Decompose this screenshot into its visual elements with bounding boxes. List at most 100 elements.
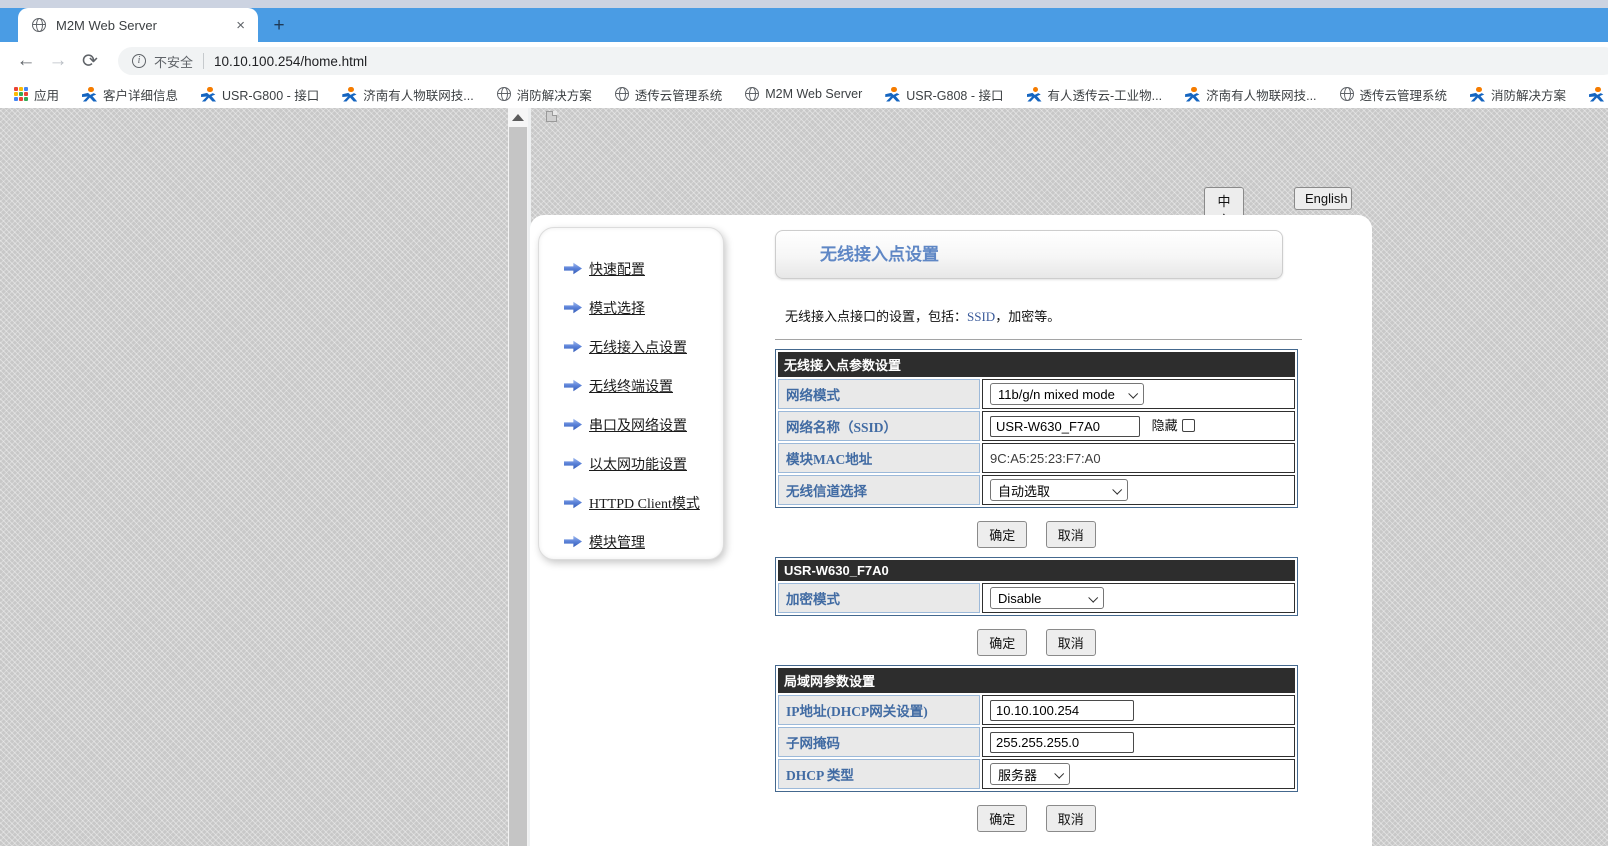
menu-link[interactable]: 串口及网络设置 <box>589 415 687 435</box>
select-value: 11b/g/n mixed mode <box>998 387 1115 402</box>
menu-link[interactable]: 无线终端设置 <box>589 376 673 396</box>
select-value: Disable <box>998 591 1041 606</box>
menu-item-module-admin[interactable]: 模块管理 <box>564 522 723 561</box>
row-label: 子网掩码 <box>778 727 980 757</box>
cancel-button[interactable]: 取消 <box>1046 805 1096 832</box>
address-bar[interactable]: i 不安全 10.10.100.254/home.html <box>118 47 1608 75</box>
ssid-input[interactable] <box>990 416 1140 437</box>
menu-link[interactable]: 快速配置 <box>589 259 645 279</box>
menu-item-mode-select[interactable]: 模式选择 <box>564 288 723 327</box>
arrow-icon <box>564 457 582 470</box>
bookmark-item[interactable]: 济南有人物联网技... <box>1185 85 1316 104</box>
window-top-edge <box>0 0 1608 8</box>
usr-logo-icon <box>1185 87 1200 102</box>
bookmark-item[interactable]: 透传云管理系统 <box>1340 85 1448 104</box>
select-value: 自动选取 <box>998 481 1050 500</box>
ip-address-input[interactable] <box>990 700 1134 721</box>
bookmark-item[interactable]: USR-G808 - 接口 <box>885 85 1003 104</box>
hide-ssid-checkbox[interactable] <box>1182 419 1195 432</box>
menu-link[interactable]: HTTPD Client模式 <box>589 493 700 513</box>
cancel-button[interactable]: 取消 <box>1046 629 1096 656</box>
usr-logo-icon <box>885 87 900 102</box>
page-title: 无线接入点设置 <box>775 230 1283 279</box>
tab-close-icon[interactable]: × <box>233 18 248 33</box>
bookmark-label: 客户详细信息 <box>103 85 178 104</box>
bookmark-item[interactable]: M2M Web Server <box>745 87 862 101</box>
bookmark-item[interactable]: 透传云管理系统 <box>615 85 723 104</box>
page-viewport: 中文 English 快速配置 模式选择 无线接入点设置 无线终端设置 串口及网… <box>0 108 1608 846</box>
menu-item-sta-settings[interactable]: 无线终端设置 <box>564 366 723 405</box>
globe-icon <box>497 87 511 101</box>
menu-item-ethernet[interactable]: 以太网功能设置 <box>564 444 723 483</box>
divider-rule <box>775 339 1302 340</box>
lan-params-table: 局域网参数设置 IP地址(DHCP网关设置) 子网掩码 DHCP 类型 服务器 <box>775 665 1298 792</box>
arrow-icon <box>564 535 582 548</box>
bookmark-item[interactable]: 济南有人物联网技... <box>342 85 473 104</box>
page-description: 无线接入点接口的设置，包括：SSID，加密等。 <box>785 306 1302 325</box>
scrollbar-thumb[interactable] <box>509 127 527 846</box>
scrollbar-up-arrow-icon[interactable] <box>508 108 528 127</box>
bookmark-label: 济南有人物联网技... <box>1206 85 1316 104</box>
confirm-button[interactable]: 确定 <box>977 521 1027 548</box>
ap-params-table: 无线接入点参数设置 网络模式 11b/g/n mixed mode 网络名称（S… <box>775 349 1298 508</box>
back-icon[interactable]: ← <box>10 50 42 72</box>
menu-item-serial-network[interactable]: 串口及网络设置 <box>564 405 723 444</box>
lang-english-button[interactable]: English <box>1294 187 1352 210</box>
usr-logo-icon <box>1027 87 1042 102</box>
security-label: 不安全 <box>154 52 193 71</box>
tab-favicon-globe-icon <box>32 18 46 32</box>
usr-logo-icon <box>201 87 216 102</box>
table-header: 局域网参数设置 <box>778 668 1295 693</box>
bookmark-apps[interactable]: 应用 <box>14 85 59 104</box>
menu-link[interactable]: 以太网功能设置 <box>589 454 687 474</box>
globe-icon <box>1340 87 1354 101</box>
menu-link[interactable]: 模块管理 <box>589 532 645 552</box>
browser-toolbar: ← → ⟳ i 不安全 10.10.100.254/home.html <box>0 42 1608 80</box>
globe-icon <box>745 87 759 101</box>
arrow-icon <box>564 418 582 431</box>
confirm-button[interactable]: 确定 <box>977 805 1027 832</box>
bookmark-item[interactable]: USR-G800 - 接口 <box>201 85 319 104</box>
channel-select[interactable]: 自动选取 <box>990 479 1128 501</box>
confirm-button[interactable]: 确定 <box>977 629 1027 656</box>
description-ssid: SSID <box>967 309 995 324</box>
new-tab-button[interactable]: + <box>268 15 290 37</box>
frame-scrollbar[interactable] <box>508 108 528 846</box>
dhcp-type-select[interactable]: 服务器 <box>990 763 1070 785</box>
menu-item-quick-config[interactable]: 快速配置 <box>564 249 723 288</box>
encryption-mode-select[interactable]: Disable <box>990 587 1104 609</box>
cancel-button[interactable]: 取消 <box>1046 521 1096 548</box>
bookmark-item[interactable]: 消防解决方案 <box>1470 85 1566 104</box>
encryption-table: USR-W630_F7A0 加密模式 Disable <box>775 557 1298 616</box>
bookmark-item[interactable]: 客户详细信息 <box>82 85 178 104</box>
row-label: IP地址(DHCP网关设置) <box>778 695 980 725</box>
site-info-icon[interactable]: i <box>132 54 146 68</box>
bookmark-label: 透传云管理系统 <box>1360 85 1448 104</box>
url-text[interactable]: 10.10.100.254/home.html <box>214 54 367 69</box>
row-label: 网络模式 <box>778 379 980 409</box>
menu-link[interactable]: 模式选择 <box>589 298 645 318</box>
reload-icon[interactable]: ⟳ <box>74 50 106 73</box>
menu-link[interactable]: 无线接入点设置 <box>589 337 687 357</box>
row-label: 无线信道选择 <box>778 475 980 505</box>
subnet-mask-input[interactable] <box>990 732 1134 753</box>
ap-buttons-row: 确定 取消 <box>775 521 1298 548</box>
globe-icon <box>615 87 629 101</box>
browser-tab[interactable]: M2M Web Server × <box>18 8 258 42</box>
menu-item-ap-settings[interactable]: 无线接入点设置 <box>564 327 723 366</box>
main-content: 无线接入点设置 无线接入点接口的设置，包括：SSID，加密等。 无线接入点参数设… <box>775 230 1302 832</box>
arrow-icon <box>564 301 582 314</box>
bookmark-item[interactable]: 有人透传云-工业物... <box>1027 85 1163 104</box>
broken-image-icon <box>546 111 557 122</box>
arrow-icon <box>564 262 582 275</box>
bookmark-label: 透传云管理系统 <box>635 85 723 104</box>
arrow-icon <box>564 340 582 353</box>
forward-icon[interactable]: → <box>42 50 74 72</box>
bookmark-item[interactable]: 192.16 <box>1589 87 1608 102</box>
network-mode-select[interactable]: 11b/g/n mixed mode <box>990 383 1144 405</box>
menu-item-httpd-client[interactable]: HTTPD Client模式 <box>564 483 723 522</box>
chevron-down-icon <box>1112 484 1122 494</box>
bookmark-item[interactable]: 消防解决方案 <box>497 85 592 104</box>
chevron-down-icon <box>1088 592 1098 602</box>
encryption-buttons-row: 确定 取消 <box>775 629 1298 656</box>
